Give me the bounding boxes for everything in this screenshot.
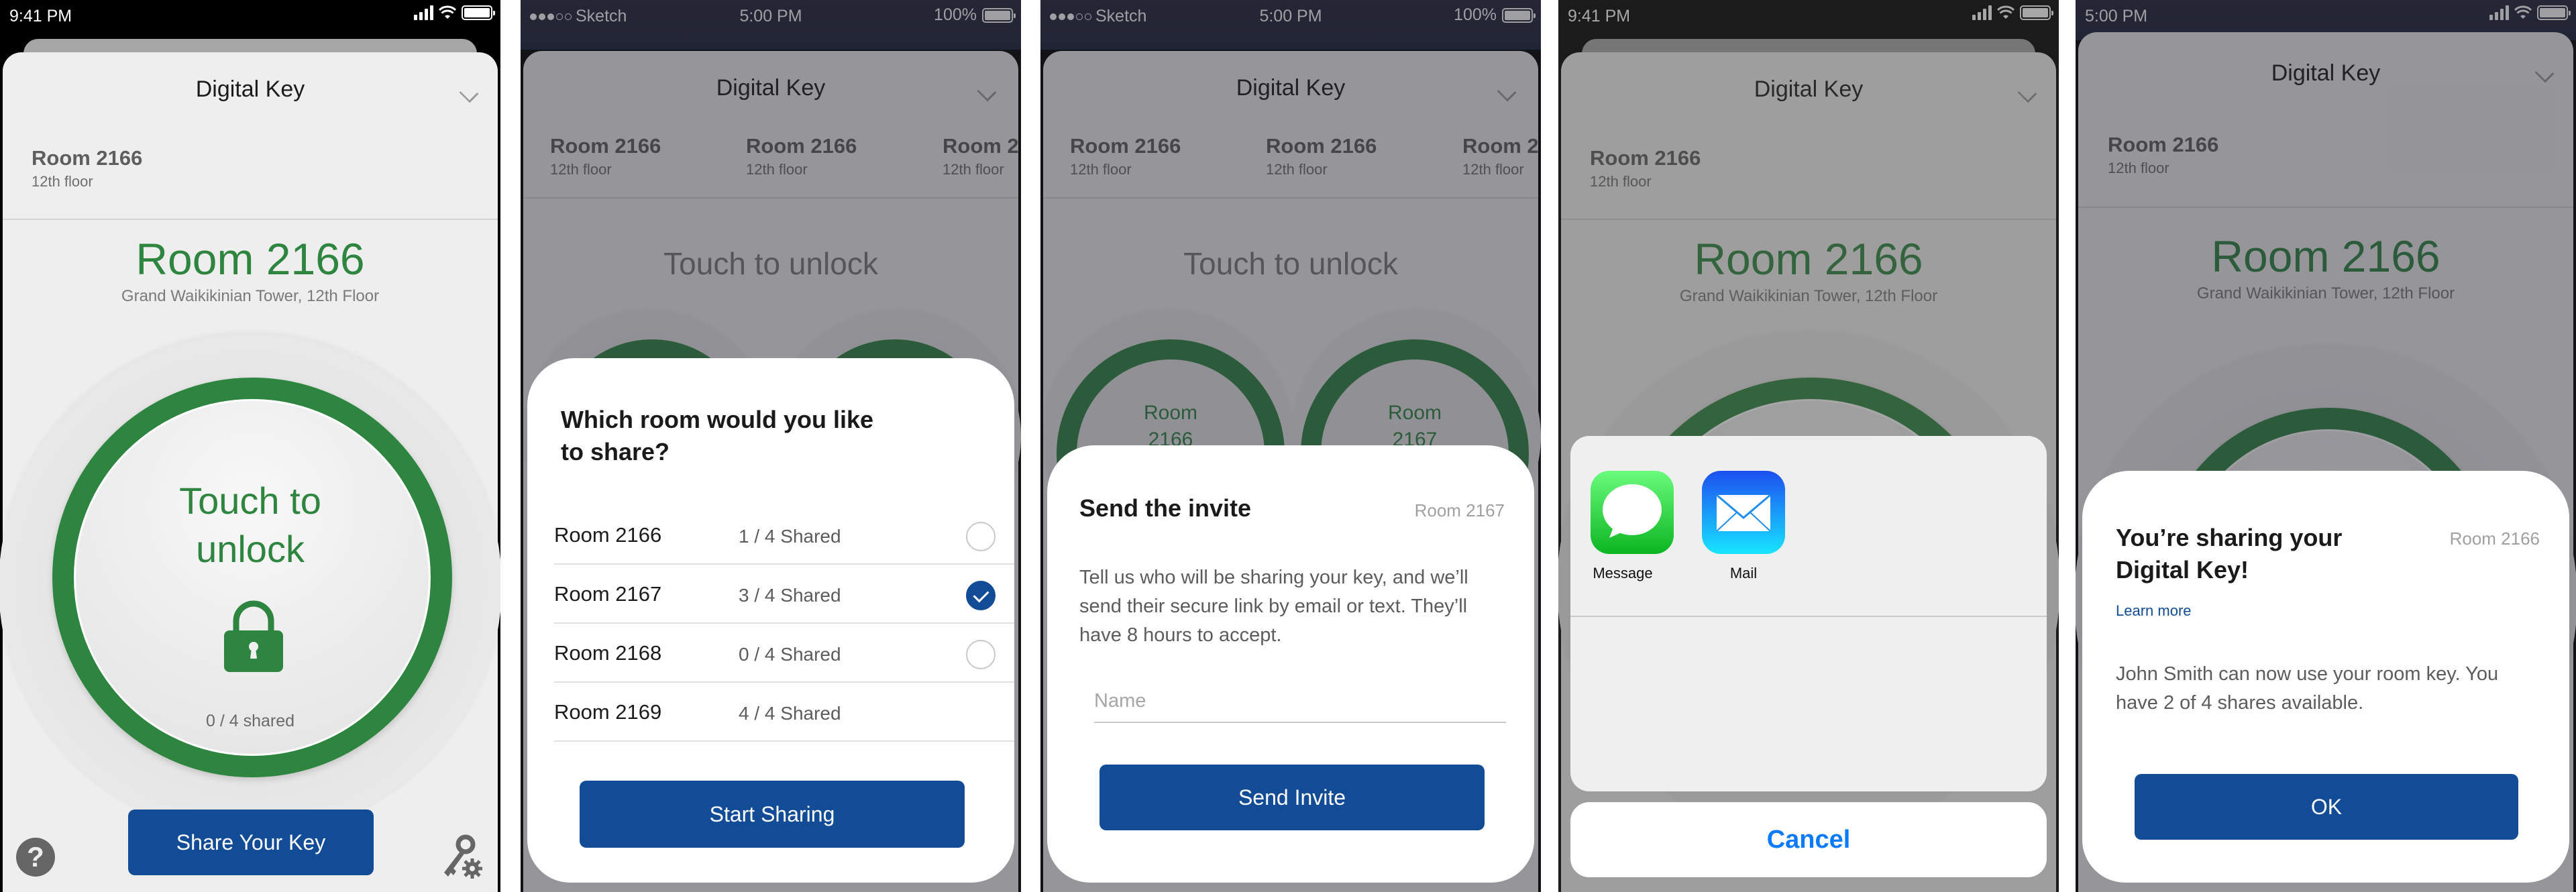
confirmation-sheet: You’re sharing your Digital Key! Room 21… — [2082, 471, 2569, 883]
choose-room-sheet: Which room would you like to share? Room… — [527, 358, 1014, 883]
screen-share-sheet: 9:41 PM Digital Key Room 2166 12th floor… — [1558, 0, 2059, 892]
screen-sharing-confirmation: 5:00 PM Digital Key Room 2166 12th floor… — [2076, 0, 2576, 892]
ok-button[interactable]: OK — [2135, 774, 2518, 840]
room-row: Room 2169 4 / 4 Shared — [554, 683, 1014, 742]
app-label: Mail — [1729, 565, 1758, 581]
room-row[interactable]: Room 2166 1 / 4 Shared — [554, 506, 1014, 565]
room-tab[interactable]: Room 2166 12th floor — [32, 146, 142, 190]
radio-button[interactable] — [966, 640, 996, 669]
radio-button[interactable] — [966, 522, 996, 551]
wifi-icon — [439, 5, 456, 19]
key-gear-icon[interactable] — [439, 834, 484, 879]
shared-count: 0 / 4 shared — [205, 712, 295, 730]
start-sharing-button[interactable]: Start Sharing — [580, 781, 965, 848]
status-bar: 9:41 PM — [0, 0, 500, 43]
share-sheet: Message Mail — [1570, 436, 2047, 791]
battery-icon — [462, 5, 495, 20]
sheet-title: You’re sharing your Digital Key! — [2116, 524, 2343, 583]
name-input[interactable] — [1094, 680, 1506, 723]
divider — [3, 219, 498, 220]
learn-more-link[interactable]: Learn more — [2116, 602, 2192, 620]
room-title: Room 2166 — [136, 234, 365, 284]
mail-app-icon[interactable] — [1702, 471, 1785, 554]
invite-description: Tell us who will be sharing your key, an… — [1079, 567, 1468, 646]
help-icon[interactable]: ? — [16, 838, 55, 877]
cancel-button[interactable]: Cancel — [1570, 802, 2047, 877]
sheet-room-label: Room 2166 — [2449, 528, 2540, 549]
digital-key-card: Digital Key Room 2166 12th floor Room 21… — [0, 52, 500, 892]
card-title: Digital Key — [195, 76, 305, 102]
divider — [1570, 616, 2047, 617]
touch-to-unlock-label: Touch to unlock — [179, 480, 321, 570]
signal-icon — [414, 5, 433, 20]
lock-icon — [224, 600, 283, 672]
app-label: Message — [1593, 565, 1653, 581]
room-row[interactable]: Room 2168 0 / 4 Shared — [554, 624, 1014, 683]
room-subtitle: Grand Waikikinian Tower, 12th Floor — [121, 287, 380, 305]
screen-choose-room: Sketch 5:00 PM 100% Digital Key Room 216… — [521, 0, 1021, 892]
sheet-title: Which room would you like to share? — [561, 406, 874, 465]
send-invite-sheet: Send the invite Room 2167 Tell us who wi… — [1047, 445, 1534, 883]
radio-button-checked[interactable] — [966, 581, 996, 610]
sheet-room-label: Room 2167 — [1414, 500, 1505, 520]
screen-unlock: 9:41 PM Digital Key Room 2166 12th floor… — [0, 0, 500, 892]
status-time: 9:41 PM — [9, 7, 72, 25]
confirmation-message: John Smith can now use your room key. Yo… — [2116, 663, 2499, 714]
room-row[interactable]: Room 2167 3 / 4 Shared — [554, 565, 1014, 624]
send-invite-button[interactable]: Send Invite — [1099, 765, 1485, 830]
sheet-title: Send the invite — [1079, 494, 1252, 522]
messages-app-icon[interactable] — [1591, 471, 1674, 554]
share-your-key-button[interactable]: Share Your Key — [128, 810, 374, 875]
screen-send-invite: Sketch 5:00 PM 100% Digital Key Room 216… — [1040, 0, 1541, 892]
